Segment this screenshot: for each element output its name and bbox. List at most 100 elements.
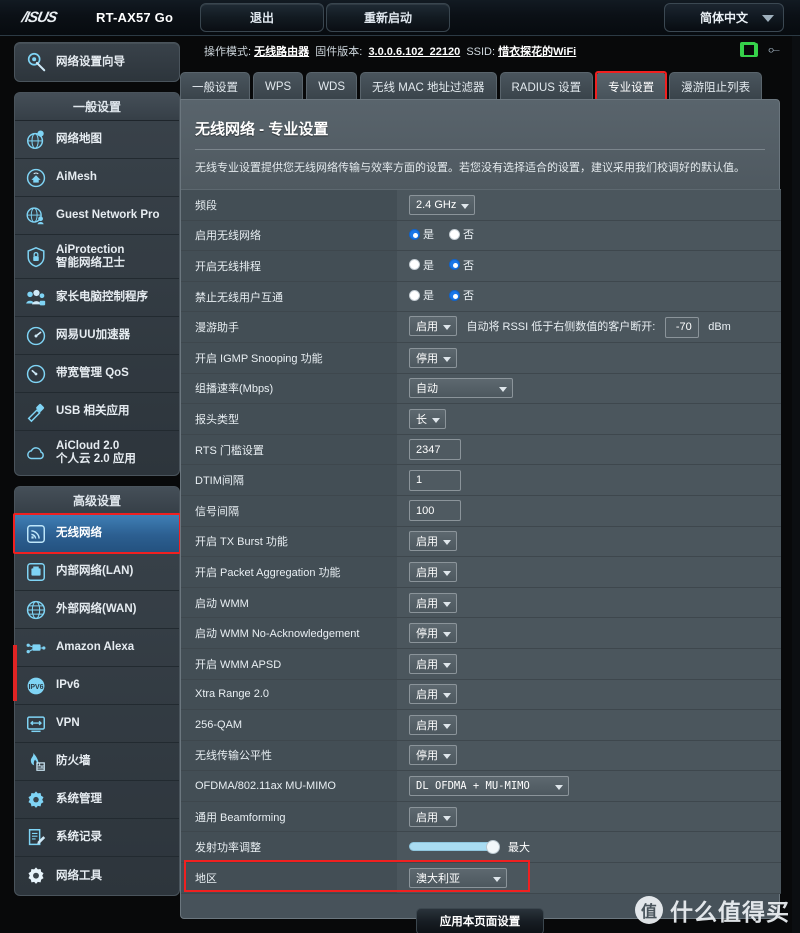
radio-yes[interactable]: 是 (409, 287, 434, 303)
sidebar-item-aimesh[interactable]: AiMesh (15, 159, 179, 197)
tab-radius[interactable]: RADIUS 设置 (499, 72, 594, 100)
sidebar-item-uu-accelerator[interactable]: 网易UU加速器 (15, 317, 179, 355)
tx-burst-select[interactable]: 启用 (409, 531, 457, 552)
sidebar-item-parental-control[interactable]: 家长电脑控制程序 (15, 279, 179, 317)
table-row: 地区 澳大利亚 (181, 862, 781, 894)
apply-button[interactable]: 应用本页面设置 (416, 907, 544, 933)
tab-professional[interactable]: 专业设置 (595, 71, 668, 103)
aimesh-icon (23, 165, 49, 191)
reboot-button[interactable]: 重新启动 (326, 3, 450, 32)
top-bar: /ISUS RT-AX57 Go 退出 重新启动 简体中文 (0, 0, 800, 36)
band-select[interactable]: 2.4 GHz (409, 194, 476, 215)
dtim-interval-input[interactable]: 1 (409, 469, 461, 491)
firmware-version-value[interactable]: 3.0.0.6.102_22120 (368, 46, 460, 58)
tab-wds[interactable]: WDS (306, 72, 358, 100)
ap-isolation-radio-group: 是 否 (409, 287, 484, 303)
chevron-down-icon (443, 356, 451, 362)
sidebar-item-qos[interactable]: 带宽管理 QoS (15, 355, 179, 393)
sidebar-item-wan[interactable]: 外部网络(WAN) (15, 591, 179, 629)
wmm-no-ack-select[interactable]: 停用 (409, 623, 457, 644)
accelerator-icon (23, 323, 49, 349)
sidebar-item-aicloud[interactable]: AiCloud 2.0 个人云 2.0 应用 (15, 431, 179, 475)
beacon-interval-input[interactable]: 100 (409, 500, 461, 522)
tab-mac-filter[interactable]: 无线 MAC 地址过滤器 (360, 72, 497, 100)
sidebar-item-ipv6[interactable]: IPV6 IPv6 (15, 667, 179, 705)
network-status-icon[interactable] (740, 42, 758, 57)
tab-wps[interactable]: WPS (253, 72, 304, 100)
sidebar-item-network-map[interactable]: 网络地图 (15, 121, 179, 159)
sidebar-item-lan[interactable]: 内部网络(LAN) (15, 553, 179, 591)
row-label: 开启 WMM APSD (181, 647, 397, 680)
rts-threshold-input[interactable]: 2347 (409, 439, 461, 461)
language-label: 简体中文 (699, 11, 748, 25)
slider-track[interactable] (409, 840, 500, 855)
table-row: 开启 Packet Aggregation 功能 启用 (181, 556, 781, 588)
tx-power-slider[interactable]: 最大 (409, 839, 530, 855)
sidebar-item-label: 内部网络(LAN) (56, 565, 134, 577)
rssi-threshold-input[interactable]: -70 (664, 316, 699, 338)
ofdma-mumimo-select[interactable]: DL OFDMA + MU-MIMO (409, 776, 569, 797)
wmm-apsd-select[interactable]: 启用 (409, 653, 457, 674)
table-row: OFDMA/802.11ax MU-MIMO DL OFDMA + MU-MIM… (181, 770, 781, 802)
wmm-select[interactable]: 启用 (409, 592, 457, 613)
sidebar-item-network-tools[interactable]: 网络工具 (15, 857, 179, 895)
radio-yes[interactable]: 是 (409, 257, 434, 273)
row-label: 漫游助手 (181, 311, 397, 343)
slider-handle[interactable] (486, 840, 500, 855)
table-row: 发射功率调整 最大 (181, 831, 781, 864)
chevron-down-icon (443, 632, 451, 638)
row-label: OFDMA/802.11ax MU-MIMO (181, 770, 397, 802)
sidebar-item-alexa[interactable]: Amazon Alexa (15, 629, 179, 667)
radio-icon (409, 259, 420, 271)
operation-mode-value[interactable]: 无线路由器 (254, 46, 309, 58)
radio-no[interactable]: 否 (449, 226, 474, 242)
table-row: 漫游助手 启用 自动将 RSSI 低于右侧数值的客户断开: -70 dBm (181, 311, 781, 343)
sidebar-item-aiprotection[interactable]: AiProtection 智能网络卫士 (15, 235, 179, 279)
system-log-icon (23, 825, 49, 851)
wizard-card: 网络设置向导 (14, 42, 180, 82)
packet-aggregation-select[interactable]: 启用 (409, 561, 457, 582)
sidebar-item-system-log[interactable]: 系统记录 (15, 819, 179, 857)
preamble-type-select[interactable]: 长 (409, 408, 446, 429)
xtra-range-select[interactable]: 启用 (409, 684, 457, 705)
row-label: 报头类型 (181, 403, 397, 435)
page-title: 无线网络 - 专业设置 (195, 121, 329, 138)
sidebar-item-firewall[interactable]: 防火墙 (15, 743, 179, 781)
ssid-value[interactable]: 惜衣探花的WiFi (498, 46, 576, 58)
qam256-select[interactable]: 启用 (409, 714, 457, 735)
table-row: 报头类型 长 (181, 403, 781, 435)
sidebar-item-label: 网络设置向导 (56, 55, 125, 68)
beamforming-select[interactable]: 启用 (409, 806, 457, 827)
usb-icon[interactable]: ⟜ (768, 42, 786, 58)
region-select[interactable]: 澳大利亚 (409, 867, 507, 888)
title-divider (195, 149, 765, 150)
tab-general[interactable]: 一般设置 (180, 72, 250, 100)
tab-roaming-block-list[interactable]: 漫游阻止列表 (669, 72, 763, 100)
sidebar-item-wizard[interactable]: 网络设置向导 (15, 43, 179, 81)
row-label: 启动 WMM (181, 586, 397, 619)
sidebar-item-label: AiProtection 智能网络卫士 (56, 243, 125, 269)
sidebar-item-wireless[interactable]: 无线网络 (13, 513, 181, 554)
row-label: 地区 (181, 862, 397, 894)
airtime-fairness-select[interactable]: 停用 (409, 745, 457, 766)
enable-wireless-radio-group: 是 否 (409, 226, 484, 242)
table-row: 开启 IGMP Snooping 功能 停用 (181, 341, 781, 374)
roaming-assistant-select[interactable]: 启用 (409, 316, 457, 337)
logout-button[interactable]: 退出 (200, 3, 324, 32)
igmp-snooping-select[interactable]: 停用 (409, 347, 457, 368)
table-row: 启用无线网络 是 否 (181, 219, 781, 252)
language-selector[interactable]: 简体中文 (664, 3, 784, 32)
sidebar-item-label: 网易UU加速器 (56, 329, 131, 341)
row-label: 开启 Packet Aggregation 功能 (181, 556, 397, 588)
sidebar-item-vpn[interactable]: VPN (15, 705, 179, 743)
sidebar-item-administration[interactable]: 系统管理 (15, 781, 179, 819)
multicast-rate-select[interactable]: 自动 (409, 378, 513, 399)
sidebar-item-guest-network-pro[interactable]: Guest Network Pro (15, 197, 179, 235)
table-row: 禁止无线用户互通 是 否 (181, 280, 781, 313)
sidebar-item-usb-application[interactable]: USB 相关应用 (15, 393, 179, 431)
row-label: 开启 IGMP Snooping 功能 (181, 341, 397, 374)
radio-no[interactable]: 否 (449, 257, 474, 273)
radio-yes[interactable]: 是 (409, 226, 434, 242)
sidebar-item-label: 防火墙 (56, 755, 91, 767)
radio-no[interactable]: 否 (449, 287, 474, 303)
